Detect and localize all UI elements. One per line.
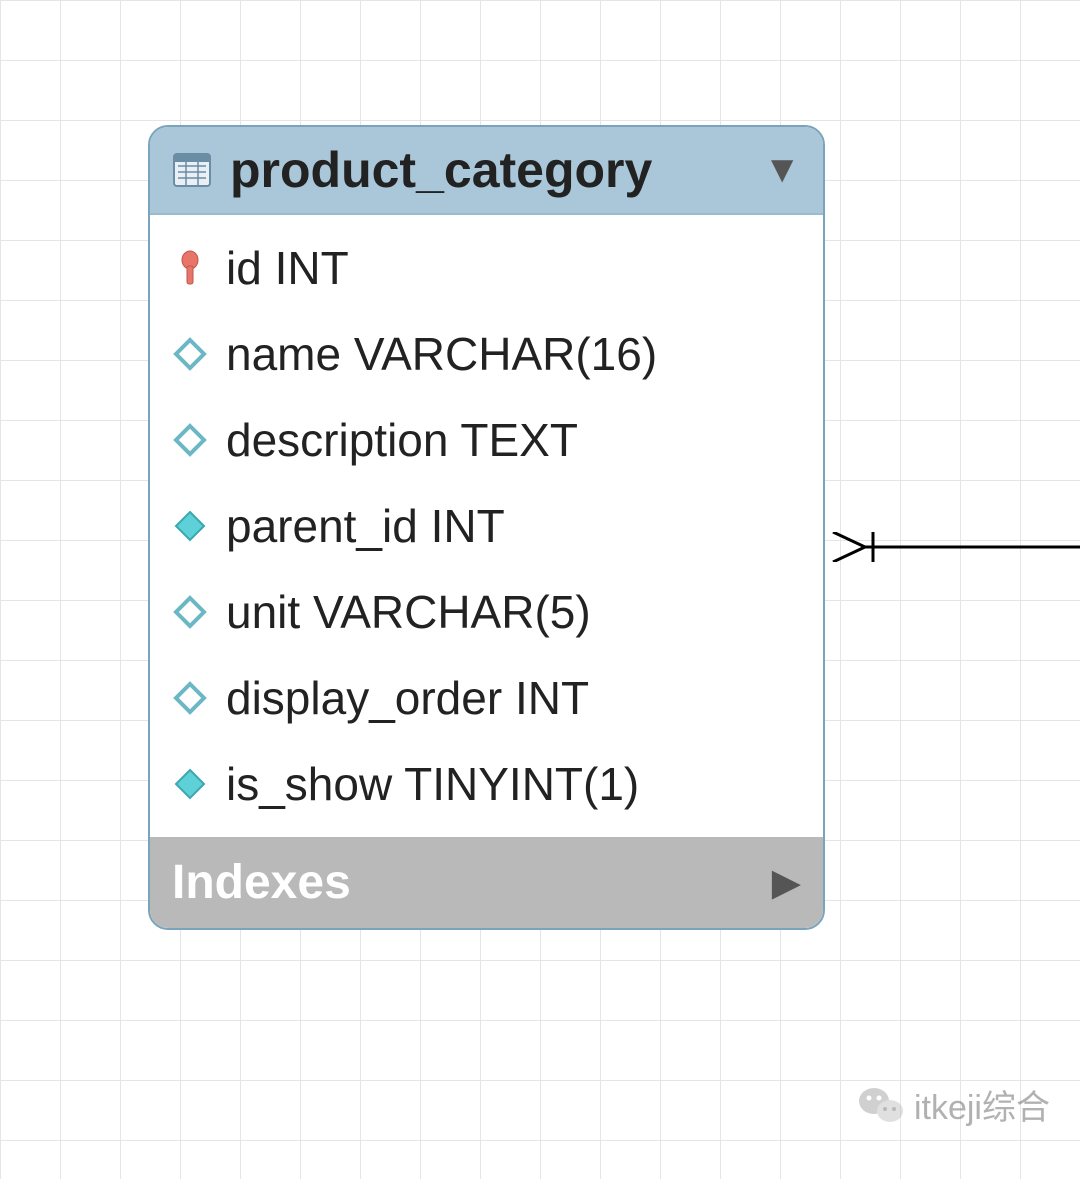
column-row[interactable]: name VARCHAR(16): [150, 311, 823, 397]
indexes-footer[interactable]: Indexes ▶: [150, 837, 823, 928]
column-label: display_order INT: [226, 671, 589, 725]
table-entity[interactable]: product_category ▼ id INT name VARCHAR(1…: [148, 125, 825, 930]
column-row[interactable]: parent_id INT: [150, 483, 823, 569]
collapse-down-icon[interactable]: ▼: [763, 149, 801, 192]
wechat-icon: [858, 1085, 904, 1125]
expand-right-icon[interactable]: ▶: [772, 860, 801, 905]
columns-container: id INT name VARCHAR(16) description TEXT…: [150, 215, 823, 837]
diamond-open-icon: [172, 422, 208, 458]
relationship-connector: [825, 532, 1080, 562]
watermark-text: itkeji综合: [914, 1080, 1050, 1129]
diamond-open-icon: [172, 680, 208, 716]
table-icon: [172, 150, 212, 190]
column-label: id INT: [226, 241, 349, 295]
diamond-open-icon: [172, 594, 208, 630]
column-label: is_show TINYINT(1): [226, 757, 639, 811]
table-header[interactable]: product_category ▼: [150, 127, 823, 215]
column-row[interactable]: display_order INT: [150, 655, 823, 741]
diamond-filled-icon: [172, 508, 208, 544]
column-row[interactable]: unit VARCHAR(5): [150, 569, 823, 655]
column-row[interactable]: is_show TINYINT(1): [150, 741, 823, 827]
column-label: unit VARCHAR(5): [226, 585, 591, 639]
indexes-label: Indexes: [172, 855, 351, 910]
primary-key-icon: [172, 250, 208, 286]
column-row[interactable]: id INT: [150, 225, 823, 311]
diamond-filled-icon: [172, 766, 208, 802]
column-label: description TEXT: [226, 413, 578, 467]
diamond-open-icon: [172, 336, 208, 372]
column-label: parent_id INT: [226, 499, 505, 553]
table-name: product_category: [230, 141, 745, 199]
column-label: name VARCHAR(16): [226, 327, 657, 381]
watermark: itkeji综合: [858, 1080, 1050, 1129]
column-row[interactable]: description TEXT: [150, 397, 823, 483]
